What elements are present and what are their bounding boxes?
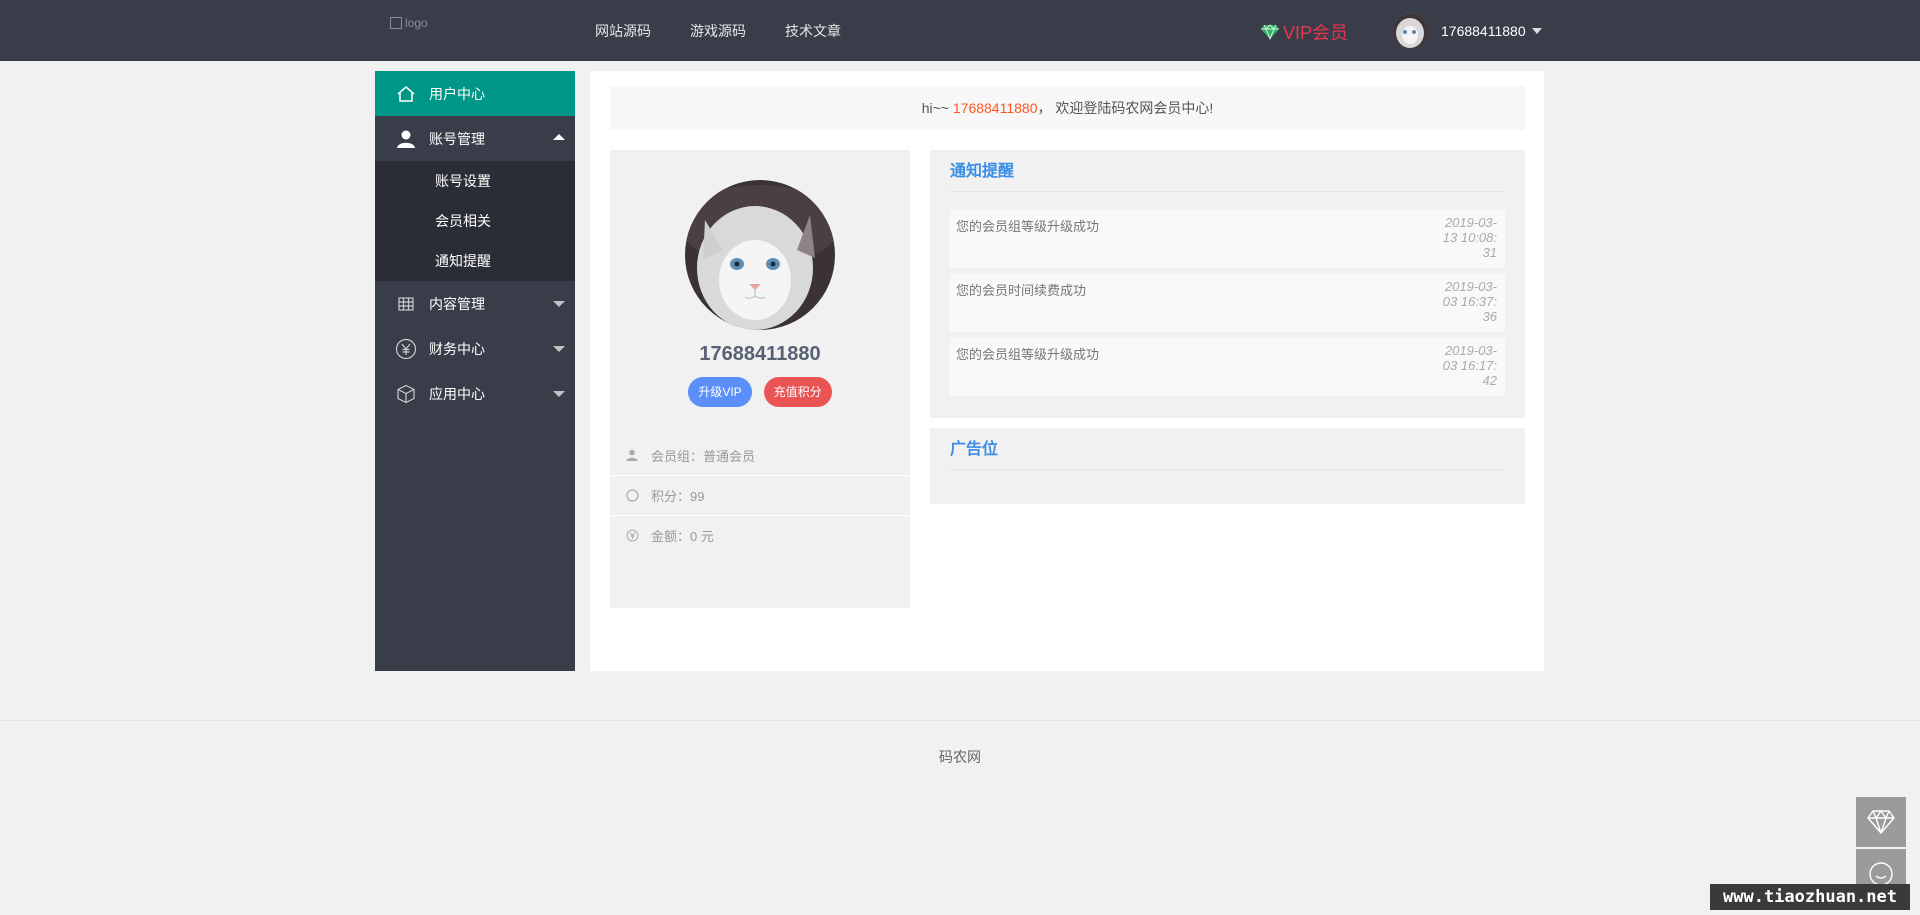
logo-alt-text: logo bbox=[405, 16, 428, 30]
footer-text[interactable]: 码农网 bbox=[939, 749, 981, 765]
sidebar-item-label: 应用中心 bbox=[429, 385, 485, 402]
vip-label: VIP会员 bbox=[1283, 23, 1349, 43]
chevron-up-icon bbox=[553, 134, 565, 140]
user-menu[interactable]: 17688411880 bbox=[1393, 13, 1542, 49]
avatar bbox=[685, 180, 835, 330]
profile-username: 17688411880 bbox=[699, 343, 821, 365]
broken-image-icon bbox=[390, 17, 402, 29]
site-logo[interactable]: logo bbox=[390, 16, 470, 36]
cube-icon bbox=[395, 383, 417, 405]
diamond-icon bbox=[1261, 24, 1279, 40]
sidebar-item-user-center[interactable]: 用户中心 bbox=[375, 71, 575, 116]
profile-actions: 升级VIP 充值积分 bbox=[610, 377, 910, 407]
chevron-down-icon bbox=[1531, 28, 1542, 34]
notification-text: 您的会员组等级升级成功 bbox=[956, 219, 1100, 234]
sidebar-item-label: 内容管理 bbox=[429, 295, 485, 312]
notification-date: 2019-03-13 10:08:31 bbox=[1442, 215, 1497, 260]
user-icon bbox=[625, 448, 639, 462]
greeting-username: 17688411880 bbox=[952, 100, 1038, 116]
list-item[interactable]: 您的会员组等级升级成功 2019-03-13 10:08:31 bbox=[950, 210, 1505, 268]
recharge-points-button[interactable]: 充值积分 bbox=[763, 377, 832, 407]
main-nav: 网站源码 游戏源码 技术文章 bbox=[595, 21, 880, 41]
top-bar: logo 网站源码 游戏源码 技术文章 VIP会员 17688411880 bbox=[0, 0, 1920, 61]
ad-card: 广告位 bbox=[930, 428, 1525, 504]
main-panel: hi~~ 17688411880， 欢迎登陆码农网会员中心! 176884118… bbox=[590, 71, 1544, 671]
notification-date: 2019-03-03 16:37:36 bbox=[1442, 279, 1497, 324]
points-text: 积分：99 bbox=[651, 489, 705, 504]
sidebar: 用户中心 账号管理 账号设置 会员相关 通知提醒 内容管理 财务中心 应用中心 bbox=[375, 71, 575, 671]
table-icon bbox=[395, 293, 417, 315]
profile-info-list: 会员组：普通会员 积分：99 金额：0 元 bbox=[610, 435, 910, 555]
user-icon bbox=[395, 128, 417, 150]
account-submenu: 账号设置 会员相关 通知提醒 bbox=[375, 161, 575, 281]
yen-icon bbox=[625, 529, 639, 543]
sidebar-item-label: 财务中心 bbox=[429, 340, 485, 357]
yen-icon bbox=[395, 338, 417, 360]
nav-link-tech-articles[interactable]: 技术文章 bbox=[785, 21, 841, 41]
notifications-card: 通知提醒 您的会员组等级升级成功 2019-03-13 10:08:31 您的会… bbox=[930, 150, 1525, 418]
footer: 码农网 bbox=[0, 720, 1920, 780]
circle-icon bbox=[625, 489, 639, 503]
notification-date: 2019-03-03 16:17:42 bbox=[1442, 343, 1497, 388]
list-item: 金额：0 元 bbox=[610, 515, 910, 555]
chevron-down-icon bbox=[553, 346, 565, 352]
notification-text: 您的会员组等级升级成功 bbox=[956, 347, 1100, 362]
chevron-down-icon bbox=[553, 301, 565, 307]
sidebar-subitem-membership[interactable]: 会员相关 bbox=[375, 201, 575, 241]
sidebar-item-content-management[interactable]: 内容管理 bbox=[375, 281, 575, 326]
home-icon bbox=[395, 83, 417, 105]
list-item[interactable]: 您的会员组等级升级成功 2019-03-03 16:17:42 bbox=[950, 338, 1505, 396]
diamond-icon bbox=[1867, 810, 1895, 834]
nav-link-website-source[interactable]: 网站源码 bbox=[595, 21, 651, 41]
upgrade-vip-button[interactable]: 升级VIP bbox=[688, 377, 752, 407]
profile-card: 17688411880 升级VIP 充值积分 会员组：普通会员 积分：99 金额… bbox=[610, 150, 910, 608]
sidebar-subitem-account-settings[interactable]: 账号设置 bbox=[375, 161, 575, 201]
notification-text: 您的会员时间续费成功 bbox=[956, 283, 1087, 298]
avatar bbox=[1393, 13, 1429, 49]
sidebar-item-app-center[interactable]: 应用中心 bbox=[375, 371, 575, 416]
list-item[interactable]: 您的会员时间续费成功 2019-03-03 16:37:36 bbox=[950, 274, 1505, 332]
list-item: 积分：99 bbox=[610, 475, 910, 515]
sidebar-subitem-notifications[interactable]: 通知提醒 bbox=[375, 241, 575, 281]
ad-title: 广告位 bbox=[950, 428, 1505, 470]
username: 17688411880 bbox=[1441, 23, 1526, 39]
sidebar-item-label: 账号管理 bbox=[429, 130, 485, 147]
vip-member-link[interactable]: VIP会员 bbox=[1260, 19, 1348, 45]
vip-float-button[interactable] bbox=[1856, 797, 1906, 847]
balance-text: 金额：0 元 bbox=[651, 529, 714, 544]
sidebar-item-finance-center[interactable]: 财务中心 bbox=[375, 326, 575, 371]
list-item: 会员组：普通会员 bbox=[610, 435, 910, 475]
member-group-text: 会员组：普通会员 bbox=[651, 448, 756, 464]
welcome-banner: hi~~ 17688411880， 欢迎登陆码农网会员中心! bbox=[610, 86, 1525, 130]
chevron-down-icon bbox=[553, 391, 565, 397]
greeting-prefix: hi~~ bbox=[921, 100, 949, 116]
notifications-title: 通知提醒 bbox=[950, 150, 1505, 192]
greeting-suffix: ， 欢迎登陆码农网会员中心! bbox=[1037, 100, 1214, 116]
notifications-list: 您的会员组等级升级成功 2019-03-13 10:08:31 您的会员时间续费… bbox=[950, 210, 1505, 396]
sidebar-item-account-management[interactable]: 账号管理 bbox=[375, 116, 575, 161]
watermark: www.tiaozhuan.net bbox=[1710, 884, 1910, 910]
nav-link-game-source[interactable]: 游戏源码 bbox=[690, 21, 746, 41]
sidebar-item-label: 用户中心 bbox=[429, 85, 485, 102]
